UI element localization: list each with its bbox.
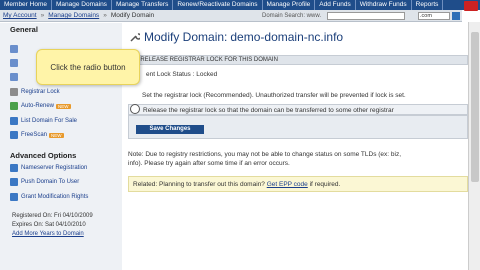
nav-manage-domains[interactable]: Manage Domains — [52, 0, 112, 10]
sidebar-advanced-title: Advanced Options — [10, 151, 77, 160]
registry-note: Note: Due to registry restrictions, you … — [128, 150, 468, 168]
sidebar-item-label: Registrar Lock — [21, 89, 60, 95]
release-lock-radio[interactable] — [130, 104, 140, 114]
server-icon — [10, 164, 18, 172]
breadcrumb-separator: » — [40, 12, 45, 19]
refresh-icon — [10, 102, 18, 110]
page-title-text: Modify Domain: — [144, 30, 228, 44]
related-suffix: if required. — [309, 181, 341, 188]
new-badge: NEW — [56, 103, 71, 109]
expires-on-text: Expires On: Sat 04/10/2010 — [12, 222, 86, 228]
nav-manage-profile[interactable]: Manage Profile — [263, 0, 316, 10]
sidebar-item-hidden[interactable] — [10, 45, 21, 53]
sidebar-item-hidden[interactable] — [10, 73, 21, 81]
page-title: Modify Domain: demo-domain-nc.info — [130, 30, 343, 44]
vertical-scrollbar[interactable] — [468, 22, 480, 270]
sidebar-item-hidden[interactable] — [10, 59, 21, 67]
rights-icon — [10, 193, 18, 201]
nav-withdraw-funds[interactable]: Withdraw Funds — [356, 0, 412, 10]
save-changes-button[interactable]: Save Changes — [136, 125, 204, 134]
push-icon — [10, 178, 18, 186]
new-badge: NEW — [49, 132, 64, 138]
breadcrumb-manage-domains[interactable]: Manage Domains — [48, 12, 99, 19]
related-prefix: Related: Planning to transfer out this d… — [133, 181, 265, 188]
sidebar-item-label: Auto-Renew — [21, 103, 55, 109]
domain-search-label: Domain Search: www. — [262, 12, 322, 19]
lock-status-text: ent Lock Status : Locked — [146, 71, 218, 78]
breadcrumb-modify-domain: Modify Domain — [110, 12, 155, 19]
nav-manage-transfers[interactable]: Manage Transfers — [112, 0, 174, 10]
domain-search-input[interactable] — [327, 12, 405, 20]
registry-note-line1: Note: Due to registry restrictions, you … — [128, 151, 402, 158]
breadcrumb-separator: » — [103, 12, 107, 19]
wrench-icon — [130, 33, 140, 42]
add-years-link[interactable]: Add More Years to Domain — [12, 231, 84, 237]
lock-icon — [10, 88, 18, 96]
breadcrumb-bar: My Account » Manage Domains » Modify Dom… — [0, 10, 462, 22]
sidebar-item-label: List Domain For Sale — [21, 118, 78, 124]
sidebar-item-label: FreeScan — [21, 132, 48, 138]
registry-note-line2: info). Please try again after some time … — [128, 160, 290, 167]
scrollbar-thumb[interactable] — [471, 32, 479, 182]
tld-select[interactable]: .com — [418, 12, 450, 20]
sale-icon — [10, 117, 18, 125]
sidebar-item-nameserver-registration[interactable]: Nameserver Registration — [10, 164, 87, 172]
option-set-lock: Set the registrar lock (Recommended). Un… — [128, 90, 468, 101]
sidebar-item-label: Push Domain To User — [21, 179, 80, 185]
sidebar-item-list-for-sale[interactable]: List Domain For Sale — [10, 117, 77, 125]
sidebar-item-freescan[interactable]: FreeScan NEW — [10, 131, 64, 139]
domain-name: demo-domain-nc.info — [230, 30, 344, 44]
nav-add-funds[interactable]: Add Funds — [315, 0, 356, 10]
sidebar-item-registrar-lock[interactable]: Registrar Lock — [10, 88, 60, 96]
sidebar-item-auto-renew[interactable]: Auto-Renew NEW — [10, 102, 71, 110]
sidebar-item-label: Grant Modification Rights — [21, 194, 89, 200]
settings-icon — [10, 59, 18, 67]
sidebar-item-push-domain[interactable]: Push Domain To User — [10, 178, 79, 186]
registrar-lock-panel-header: / RELEASE REGISTRAR LOCK FOR THIS DOMAIN — [128, 55, 468, 65]
breadcrumb-my-account[interactable]: My Account — [3, 12, 37, 19]
scan-icon — [10, 131, 18, 139]
search-go-button[interactable] — [452, 12, 460, 20]
sidebar-general-title: General — [10, 25, 38, 34]
top-navigation: Member Home Manage Domains Manage Transf… — [0, 0, 480, 11]
settings-icon — [10, 45, 18, 53]
get-epp-code-link[interactable]: Get EPP code — [267, 181, 308, 188]
sidebar-item-label: Nameserver Registration — [21, 165, 88, 171]
registered-on-text: Registered On: Fri 04/10/2009 — [12, 213, 93, 219]
nav-member-home[interactable]: Member Home — [0, 0, 52, 10]
settings-icon — [10, 73, 18, 81]
related-box: Related: Planning to transfer out this d… — [128, 176, 468, 192]
logout-icon[interactable] — [464, 1, 478, 11]
nav-renew-reactivate[interactable]: Renew/Reactivate Domains — [173, 0, 263, 10]
option-release-lock: Release the registrar lock so that the d… — [128, 104, 468, 115]
sidebar-item-grant-rights[interactable]: Grant Modification Rights — [10, 193, 88, 201]
nav-reports[interactable]: Reports — [412, 0, 444, 10]
instruction-tooltip: Click the radio button — [36, 49, 140, 85]
